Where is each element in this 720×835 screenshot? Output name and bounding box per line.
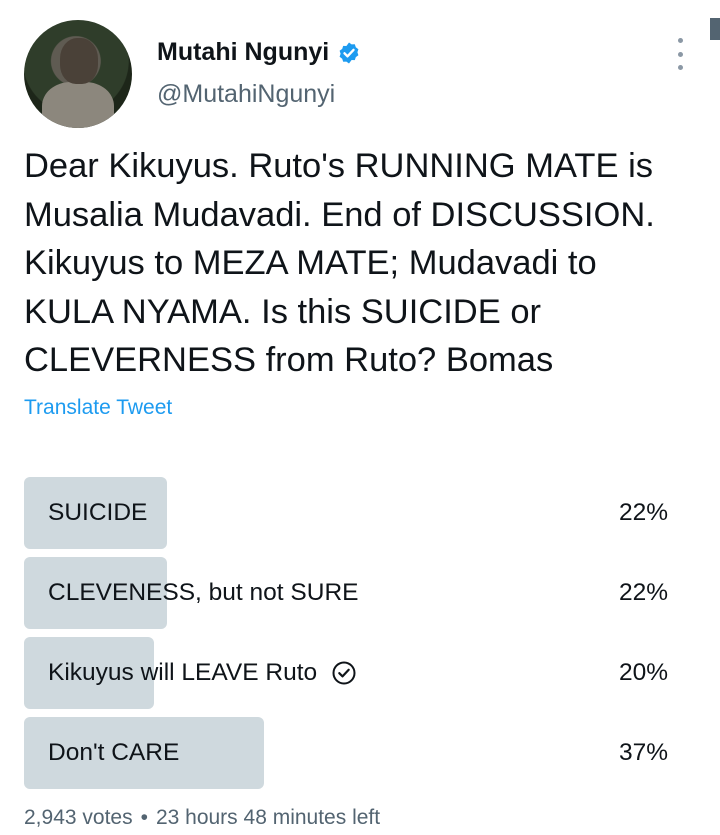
poll-time-left: 23 hours 48 minutes left [155, 806, 381, 829]
avatar-head [60, 38, 98, 84]
scrollbar-thumb[interactable] [710, 18, 720, 40]
poll-option-label: Don't CARE [48, 739, 180, 766]
poll-option-suicide: SUICIDE 22% [24, 477, 672, 549]
poll-option-percent: 37% [618, 739, 668, 766]
poll-option-percent: 22% [618, 579, 668, 606]
separator-dot: • [140, 806, 148, 829]
translate-tweet-link[interactable]: Translate Tweet [24, 396, 172, 420]
poll-option-leave-ruto: Kikuyus will LEAVE Ruto 20% [24, 637, 672, 709]
poll-option-label-row: CLEVENESS, but not SURE [48, 557, 358, 629]
poll: SUICIDE 22% CLEVENESS, but not SURE 22% … [24, 477, 672, 797]
author-name-row[interactable]: Mutahi Ngunyi [157, 38, 361, 67]
more-options-icon[interactable] [668, 38, 692, 70]
poll-option-label-row: Kikuyus will LEAVE Ruto [48, 637, 357, 709]
avatar[interactable] [24, 20, 132, 128]
author-handle[interactable]: @MutahiNgunyi [157, 80, 335, 109]
avatar-shirt [42, 82, 114, 128]
verified-badge-icon [337, 41, 361, 65]
poll-option-dont-care: Don't CARE 37% [24, 717, 672, 789]
poll-option-label: SUICIDE [48, 499, 148, 526]
poll-option-label-row: SUICIDE [48, 477, 147, 549]
poll-meta: 2,943 votes • 23 hours 48 minutes left [24, 806, 380, 830]
poll-option-label-row: Don't CARE [48, 717, 179, 789]
author-display-name[interactable]: Mutahi Ngunyi [157, 38, 329, 67]
poll-option-percent: 22% [618, 499, 668, 526]
poll-vote-count: 2,943 votes [24, 806, 133, 829]
tweet-text: Dear Kikuyus. Ruto's RUNNING MATE is Mus… [24, 147, 655, 379]
poll-option-cleveness: CLEVENESS, but not SURE 22% [24, 557, 672, 629]
poll-option-percent: 20% [618, 659, 668, 686]
poll-option-label: Kikuyus will LEAVE Ruto [48, 659, 318, 686]
poll-option-label: CLEVENESS, but not SURE [48, 579, 359, 606]
voted-check-icon [331, 660, 357, 686]
